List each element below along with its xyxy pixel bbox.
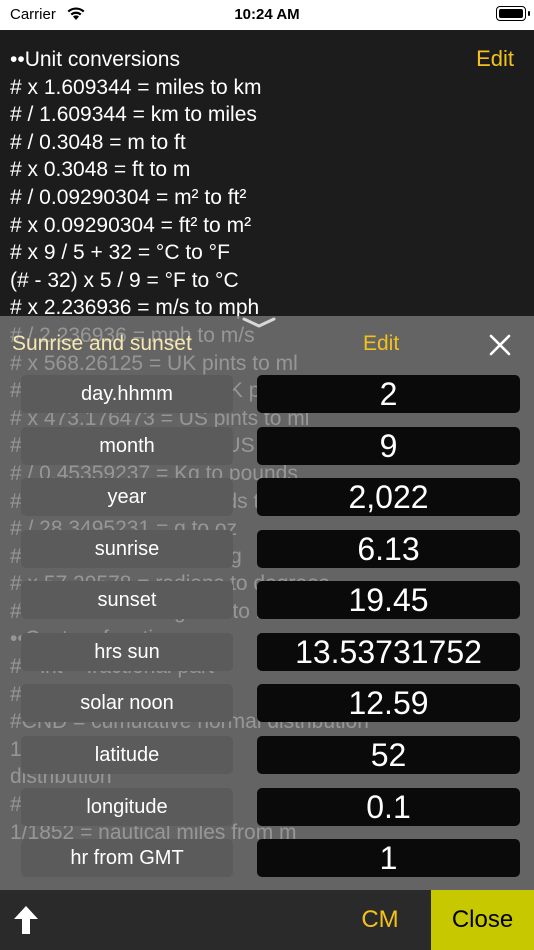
status-bar: Carrier 10:24 AM — [0, 0, 534, 30]
panel-edit-button[interactable]: Edit — [363, 332, 399, 356]
row-value[interactable]: 1 — [257, 839, 520, 877]
row-hrs-sun: hrs sun 13.53731752 — [0, 633, 534, 673]
row-month: month 9 — [0, 427, 534, 467]
note-line: # x 0.09290304 = ft² to m² — [10, 213, 252, 237]
row-value[interactable]: 0.1 — [257, 788, 520, 826]
row-value[interactable]: 13.53731752 — [257, 633, 520, 671]
row-label[interactable]: hrs sun — [21, 633, 233, 671]
note-line: # / 0.09290304 = m² to ft² — [10, 185, 247, 209]
up-arrow-icon[interactable] — [12, 904, 40, 936]
panel-title: Sunrise and sunset — [12, 332, 192, 355]
row-value[interactable]: 12.59 — [257, 684, 520, 722]
row-value[interactable]: 2 — [257, 375, 520, 413]
bottom-toolbar: CM Close — [0, 890, 534, 950]
note-line: # x 0.3048 = ft to m — [10, 158, 191, 182]
row-value[interactable]: 6.13 — [257, 530, 520, 568]
row-sunrise: sunrise 6.13 — [0, 530, 534, 570]
row-latitude: latitude 52 — [0, 736, 534, 776]
close-button[interactable]: Close — [431, 890, 534, 950]
row-value[interactable]: 19.45 — [257, 581, 520, 619]
row-value[interactable]: 52 — [257, 736, 520, 774]
close-icon[interactable] — [488, 333, 512, 357]
row-label[interactable]: year — [21, 478, 233, 516]
notes-edit-button[interactable]: Edit — [476, 46, 514, 72]
note-line: (# - 32) x 5 / 9 = °F to °C — [10, 268, 239, 292]
row-label[interactable]: month — [21, 427, 233, 465]
row-label[interactable]: sunset — [21, 581, 233, 619]
note-line: ••Unit conversions — [10, 48, 180, 71]
row-day: day.hhmm 2 — [0, 375, 534, 415]
row-label[interactable]: solar noon — [21, 684, 233, 722]
note-line: # x 1.609344 = miles to km — [10, 75, 262, 99]
row-label[interactable]: latitude — [21, 736, 233, 774]
row-value[interactable]: 9 — [257, 427, 520, 465]
cm-button[interactable]: CM — [345, 890, 415, 950]
status-time: 10:24 AM — [234, 6, 300, 23]
row-label[interactable]: day.hhmm — [21, 375, 233, 413]
sunrise-sunset-panel: Sunrise and sunset Edit day.hhmm 2 month… — [0, 316, 534, 890]
row-label[interactable]: sunrise — [21, 530, 233, 568]
row-label[interactable]: longitude — [21, 788, 233, 826]
row-label[interactable]: hr from GMT — [21, 839, 233, 877]
row-value[interactable]: 2,022 — [257, 478, 520, 516]
grabber-chevron-icon[interactable] — [241, 316, 277, 330]
row-hr-from-gmt: hr from GMT 1 — [0, 839, 534, 879]
row-sunset: sunset 19.45 — [0, 581, 534, 621]
row-year: year 2,022 — [0, 478, 534, 518]
note-line: # / 1.609344 = km to miles — [10, 103, 257, 127]
note-line: # x 9 / 5 + 32 = °C to °F — [10, 241, 230, 265]
row-longitude: longitude 0.1 — [0, 788, 534, 828]
note-line: # / 0.3048 = m to ft — [10, 130, 186, 154]
row-solar-noon: solar noon 12.59 — [0, 684, 534, 724]
battery-icon — [496, 6, 530, 21]
